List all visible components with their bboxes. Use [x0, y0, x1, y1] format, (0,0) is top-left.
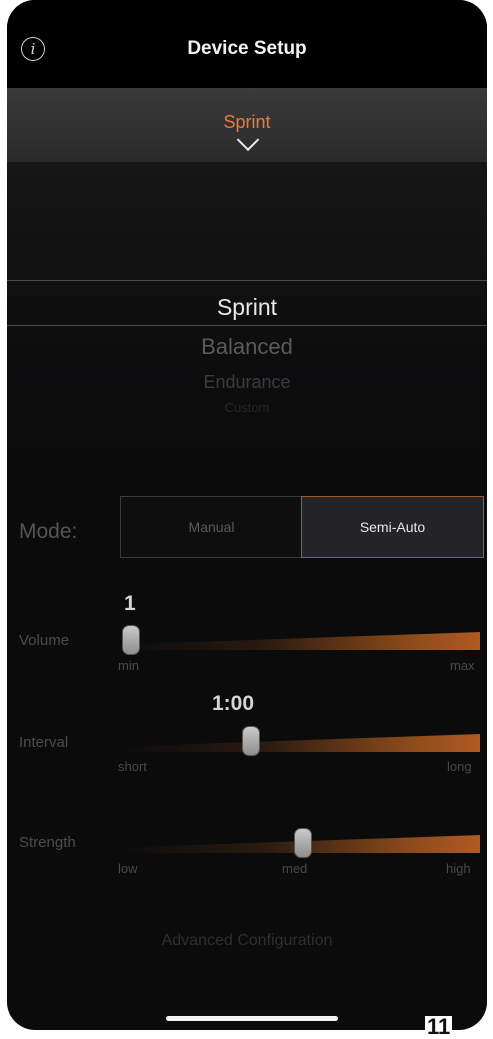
header-bar: i Device Setup [7, 0, 487, 88]
picker-selection-bottom-line [7, 325, 487, 326]
picker-selection-top-line [7, 280, 487, 281]
mode-manual-button[interactable]: Manual [121, 497, 302, 557]
strength-label: Strength [19, 834, 76, 851]
interval-label: Interval [19, 734, 69, 751]
strength-low-label: low [118, 861, 138, 876]
picker-option-sprint[interactable]: Sprint [7, 294, 487, 321]
volume-slider-thumb[interactable] [122, 625, 140, 655]
picker-option-custom[interactable]: Custom [7, 400, 487, 415]
interval-min-label: short [118, 759, 147, 774]
picker-option-endurance[interactable]: Endurance [7, 372, 487, 393]
profile-selector[interactable]: Sprint [7, 88, 487, 162]
volume-min-label: min [118, 658, 139, 673]
strength-slider-thumb[interactable] [294, 828, 312, 858]
page-number: 11 [425, 1014, 453, 1039]
picker-option-balanced[interactable]: Balanced [7, 334, 487, 360]
phone-screen: i Device Setup Sprint Sprint Balanced En… [7, 0, 487, 1030]
strength-high-label: high [446, 861, 471, 876]
interval-max-label: long [447, 759, 472, 774]
advanced-configuration-link[interactable]: Advanced Configuration [7, 932, 487, 950]
home-indicator [166, 1016, 338, 1021]
strength-med-label: med [282, 861, 308, 876]
mode-semi-auto-button[interactable]: Semi-Auto [301, 496, 484, 558]
interval-value: 1:00 [212, 692, 255, 715]
mode-segmented-control: Manual Semi-Auto [120, 496, 484, 558]
volume-max-label: max [450, 658, 475, 673]
mode-label: Mode: [19, 520, 78, 543]
page-title: Device Setup [187, 38, 307, 59]
volume-slider-track[interactable] [120, 632, 480, 650]
volume-label: Volume [19, 632, 70, 649]
volume-value: 1 [124, 592, 136, 615]
profile-picker[interactable]: Sprint Balanced Endurance Custom [7, 162, 487, 472]
interval-slider-track[interactable] [120, 734, 480, 752]
interval-slider-thumb[interactable] [242, 726, 261, 756]
